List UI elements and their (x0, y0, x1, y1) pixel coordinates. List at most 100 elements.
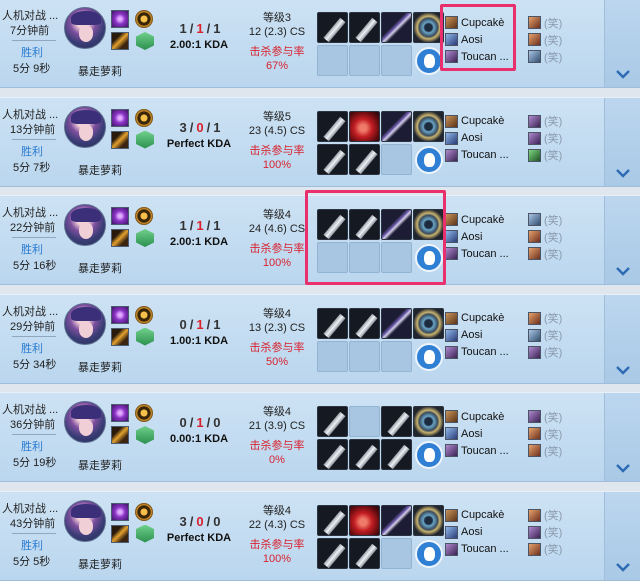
team-player[interactable]: Toucan ... (445, 246, 509, 261)
team-player[interactable]: Toucan ... (445, 542, 509, 557)
blade-item-icon[interactable] (381, 439, 412, 470)
champion-portrait[interactable] (64, 499, 106, 542)
blade-item-icon[interactable] (317, 537, 348, 569)
team-player[interactable]: Cupcakè (445, 311, 504, 326)
enemy-player[interactable]: (笑) (528, 148, 562, 163)
champion-portrait[interactable] (64, 302, 106, 345)
ward-trinket-icon[interactable] (415, 145, 443, 174)
champion-portrait[interactable] (64, 7, 106, 49)
match-row[interactable]: 人机对战 ... 22分钟前 胜利 5分 16秒 1/1/1 2.00:1 KDA 暴走萝莉… (0, 195, 640, 285)
match-row[interactable]: 人机对战 ... 43分钟前 胜利 5分 5秒 3/0/0 Perfect KDA 暴走萝莉… (0, 490, 640, 581)
blade-item-icon[interactable] (317, 110, 348, 142)
summoner-spell-2-icon (111, 229, 129, 247)
divider (12, 138, 56, 140)
sword-item-icon[interactable] (381, 209, 412, 240)
eye-item-icon[interactable] (413, 406, 444, 437)
enemy-player[interactable]: (笑) (528, 525, 562, 540)
eye-item-icon[interactable] (413, 504, 444, 536)
team-player[interactable]: Cupcakè (445, 15, 504, 30)
team-player[interactable]: Aosi (445, 131, 482, 146)
blade-item-icon[interactable] (349, 307, 380, 339)
secondary-rune-icon (136, 327, 154, 346)
mask-item-icon[interactable] (349, 504, 380, 536)
enemy-player[interactable]: (笑) (528, 229, 562, 244)
match-row[interactable]: 人机对战 ... 36分钟前 胜利 5分 19秒 0/1/0 0.00:1 KDA 暴走萝莉… (0, 392, 640, 482)
enemy-player[interactable]: (笑) (528, 114, 562, 129)
expand-button[interactable] (604, 393, 640, 481)
enemy-player[interactable]: (笑) (528, 426, 562, 441)
creep-score: 12 (2.3) CS (248, 26, 306, 38)
team-player[interactable]: Aosi (445, 525, 482, 540)
ward-trinket-icon[interactable] (415, 342, 443, 371)
team-player[interactable]: Cupcakè (445, 508, 504, 523)
blade-item-icon[interactable] (317, 307, 348, 339)
team-player[interactable]: Toucan ... (445, 148, 509, 163)
blade-item-icon[interactable] (381, 406, 412, 437)
expand-button[interactable] (604, 294, 640, 383)
blade-item-icon[interactable] (317, 439, 348, 470)
team-player[interactable]: Aosi (445, 328, 482, 343)
team-player[interactable]: Toucan ... (445, 49, 509, 64)
blade-item-icon[interactable] (349, 209, 380, 240)
enemy-player[interactable]: (笑) (528, 328, 562, 343)
expand-button[interactable] (604, 491, 640, 580)
enemy-player[interactable]: (笑) (528, 443, 562, 458)
champion-portrait[interactable] (64, 401, 106, 443)
blade-item-icon[interactable] (317, 12, 348, 43)
team-player[interactable]: Toucan ... (445, 443, 509, 458)
eye-item-icon[interactable] (413, 209, 444, 240)
team-player[interactable]: Aosi (445, 229, 482, 244)
kill-participation-value: 100% (262, 158, 292, 171)
enemy-player[interactable]: (笑) (528, 131, 562, 146)
enemy-player[interactable]: (笑) (528, 311, 562, 326)
champion-portrait[interactable] (64, 204, 106, 246)
champion-level: 等级4 (262, 209, 292, 221)
sword-item-icon[interactable] (381, 307, 412, 339)
blade-item-icon[interactable] (349, 537, 380, 569)
match-row[interactable]: 人机对战 ... 7分钟前 胜利 5分 9秒 1/1/1 2.00:1 KDA 暴走萝莉 等级… (0, 0, 640, 88)
team-player[interactable]: Cupcakè (445, 409, 504, 424)
ward-trinket-icon[interactable] (415, 539, 443, 568)
enemy-player[interactable]: (笑) (528, 508, 562, 523)
blade-item-icon[interactable] (317, 504, 348, 536)
enemy-player[interactable]: (笑) (528, 409, 562, 424)
expand-button[interactable] (604, 196, 640, 284)
expand-button[interactable] (604, 97, 640, 186)
expand-button[interactable] (604, 0, 640, 87)
ward-trinket-icon[interactable] (415, 47, 443, 75)
ward-trinket-icon[interactable] (415, 441, 443, 469)
blade-item-icon[interactable] (317, 209, 348, 240)
enemy-player[interactable]: (笑) (528, 542, 562, 557)
team-player[interactable]: Aosi (445, 32, 482, 47)
player-name: (笑) (544, 231, 563, 244)
sword-item-icon[interactable] (381, 504, 412, 536)
eye-item-icon[interactable] (413, 307, 444, 339)
player-champion-icon (445, 213, 458, 226)
match-row[interactable]: 人机对战 ... 29分钟前 胜利 5分 34秒 0/1/1 1.00:1 KDA 暴走萝莉… (0, 293, 640, 384)
team-player[interactable]: Toucan ... (445, 345, 509, 360)
match-row[interactable]: 人机对战 ... 13分钟前 胜利 5分 7秒 3/0/1 Perfect KDA 暴走萝莉… (0, 96, 640, 187)
team-player[interactable]: Cupcakè (445, 114, 504, 129)
sword-item-icon[interactable] (381, 110, 412, 142)
enemy-player[interactable]: (笑) (528, 246, 562, 261)
champion-name: 暴走萝莉 (78, 460, 122, 472)
team-player[interactable]: Cupcakè (445, 212, 504, 227)
ward-trinket-icon[interactable] (415, 244, 443, 272)
blade-item-icon[interactable] (349, 439, 380, 470)
eye-item-icon[interactable] (413, 12, 444, 43)
enemy-player[interactable]: (笑) (528, 15, 562, 30)
blade-item-icon[interactable] (317, 143, 348, 175)
champion-portrait[interactable] (64, 105, 106, 148)
team-player[interactable]: Aosi (445, 426, 482, 441)
blade-item-icon[interactable] (349, 12, 380, 43)
enemy-player[interactable]: (笑) (528, 32, 562, 47)
mask-item-icon[interactable] (349, 110, 380, 142)
enemy-player[interactable]: (笑) (528, 212, 562, 227)
blade-item-icon[interactable] (317, 406, 348, 437)
enemy-player[interactable]: (笑) (528, 49, 562, 64)
sword-item-icon[interactable] (381, 12, 412, 43)
empty-item-slot (317, 45, 348, 76)
eye-item-icon[interactable] (413, 110, 444, 142)
enemy-player[interactable]: (笑) (528, 345, 562, 360)
blade-item-icon[interactable] (349, 143, 380, 175)
